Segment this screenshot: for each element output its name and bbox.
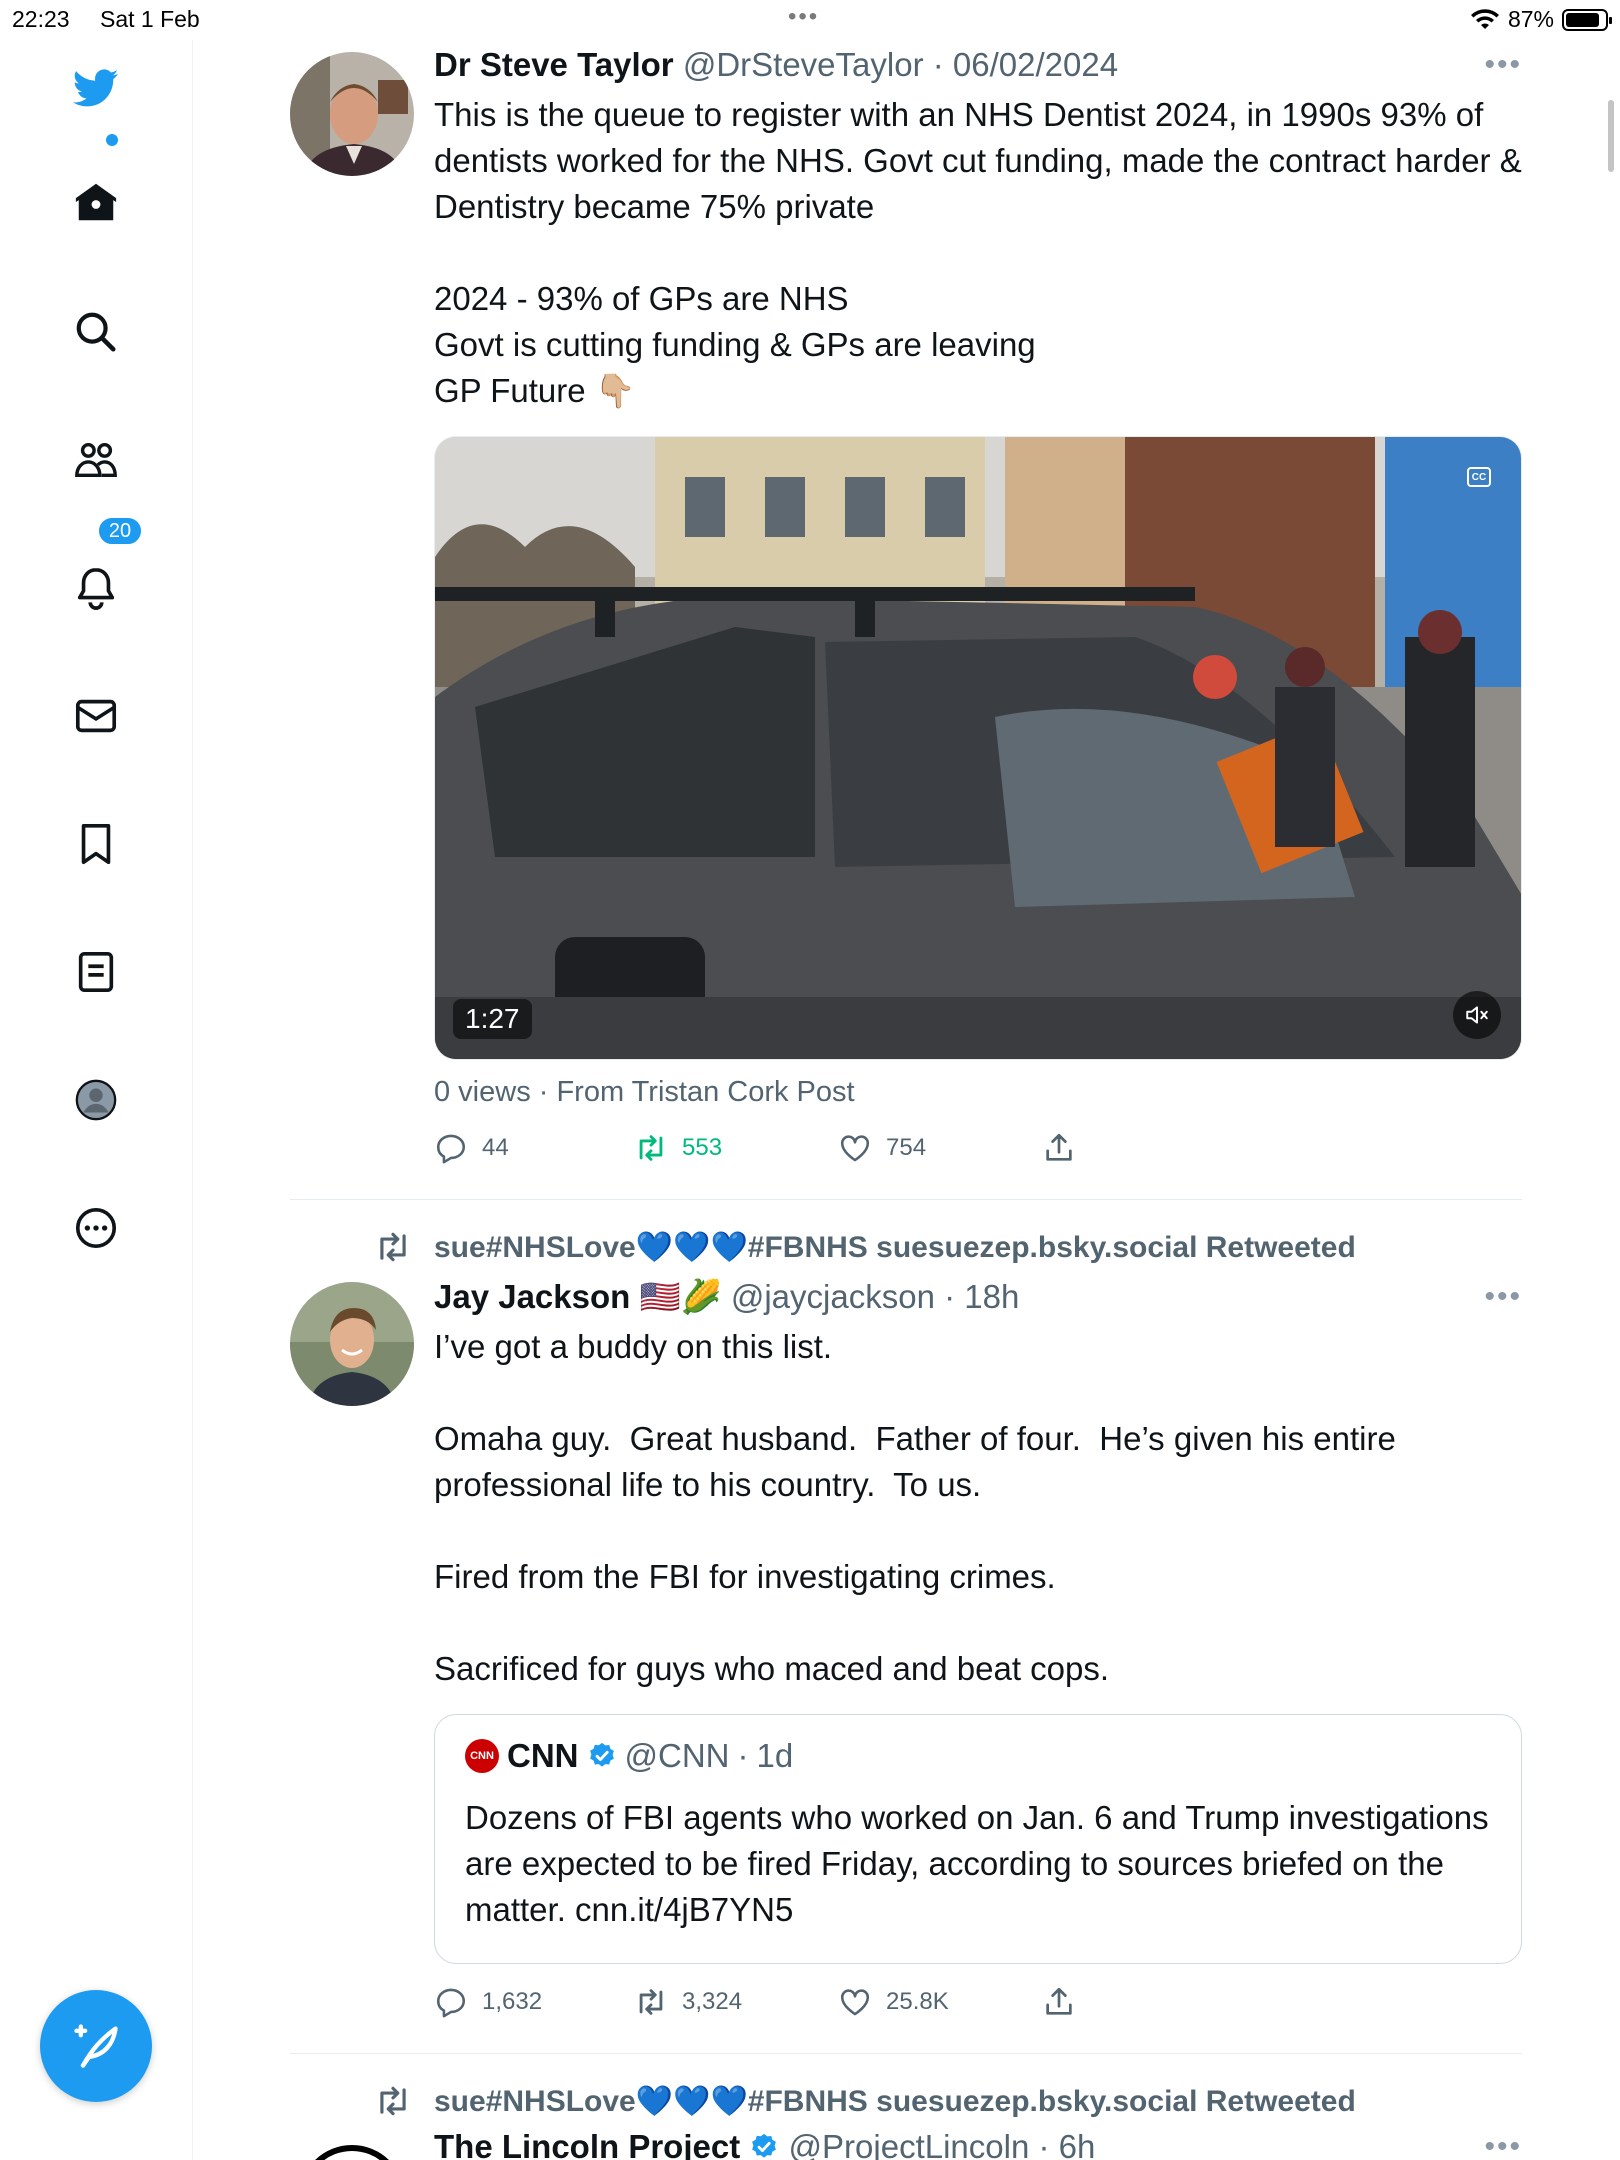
share-icon bbox=[1046, 1987, 1072, 2015]
verified-badge-icon bbox=[752, 2133, 777, 2158]
separator-dot: · bbox=[923, 46, 953, 83]
retweet-button[interactable]: 3,324 bbox=[634, 1985, 838, 2019]
more-icon[interactable]: ••• bbox=[1484, 48, 1522, 82]
scrollbar[interactable] bbox=[1608, 100, 1614, 172]
divider bbox=[290, 2053, 1522, 2054]
retweeted-icon bbox=[374, 2082, 412, 2125]
battery-percent: 87% bbox=[1507, 6, 1554, 32]
author-name[interactable]: The Lincoln Project bbox=[434, 2128, 740, 2160]
bookmarks-icon[interactable] bbox=[70, 818, 122, 870]
cnn-logo-icon: CNN bbox=[465, 1739, 499, 1773]
tweet-text: I’ve got a buddy on this list. Omaha guy… bbox=[434, 1328, 1396, 1687]
quoted-tweet[interactable]: CNN CNN @CNN · 1d Dozens of FBI agents who… bbox=[434, 1714, 1522, 1964]
status-right: 87% bbox=[1470, 6, 1612, 33]
reply-count: 44 bbox=[482, 1134, 509, 1161]
speaker-muted-icon bbox=[1466, 1006, 1488, 1024]
tweet-actions: 1,632 3,324 25.8K bbox=[434, 1985, 1076, 2019]
reply-icon bbox=[436, 1988, 466, 2018]
multitasking-dots-icon[interactable]: ••• bbox=[788, 3, 819, 31]
quoted-author-handle: @CNN bbox=[624, 1737, 730, 1774]
separator-dot: · bbox=[934, 1278, 965, 1315]
compose-tweet-button[interactable] bbox=[40, 1990, 152, 2102]
home-icon[interactable] bbox=[70, 176, 122, 228]
reply-icon bbox=[436, 1134, 466, 1164]
video-views-attribution[interactable]: 0 views · From Tristan Cork Post bbox=[434, 1076, 855, 1109]
heart-icon bbox=[840, 1135, 870, 1162]
share-button[interactable] bbox=[1042, 1131, 1076, 1165]
wifi-icon bbox=[1470, 8, 1499, 29]
messages-envelope-icon[interactable] bbox=[70, 690, 122, 742]
heart-icon bbox=[840, 1989, 870, 2016]
quoted-tweet-time: 1d bbox=[756, 1737, 794, 1774]
reply-button[interactable]: 44 bbox=[434, 1131, 634, 1165]
retweet-count: 553 bbox=[682, 1134, 723, 1161]
retweeted-by[interactable]: sue#NHSLove💙💙💙#FBNHS suesuezep.bsky.soci… bbox=[434, 1230, 1356, 1265]
quoted-tweet-header: CNN CNN @CNN · 1d bbox=[465, 1737, 1491, 1775]
tweet-text: This is the queue to register with an NH… bbox=[434, 96, 1522, 409]
video-player[interactable]: CC 1:27 bbox=[434, 436, 1522, 1060]
separator-dot: · bbox=[737, 1737, 749, 1774]
captions-icon[interactable]: CC bbox=[1467, 467, 1491, 487]
tweet[interactable]: Dr Steve Taylor @DrSteveTaylor · 06/02/2… bbox=[290, 46, 1522, 84]
home-unread-dot bbox=[106, 134, 118, 146]
twitter-logo-icon[interactable] bbox=[70, 62, 122, 114]
retweet-button[interactable]: 553 bbox=[634, 1131, 838, 1165]
communities-icon[interactable] bbox=[70, 434, 122, 486]
tweet-header: Dr Steve Taylor @DrSteveTaylor · 06/02/2… bbox=[434, 46, 1522, 84]
verified-badge-icon bbox=[589, 1742, 614, 1767]
battery-icon bbox=[1562, 8, 1612, 31]
reply-button[interactable]: 1,632 bbox=[434, 1985, 634, 2019]
quoted-tweet-text: Dozens of FBI agents who worked on Jan. … bbox=[465, 1799, 1489, 1928]
lists-icon[interactable] bbox=[70, 946, 122, 998]
reply-count: 1,632 bbox=[482, 1988, 543, 2015]
notifications-bell-icon[interactable] bbox=[70, 562, 122, 614]
like-button[interactable]: 25.8K bbox=[838, 1985, 1042, 2019]
separator-dot: · bbox=[1029, 2128, 1059, 2160]
retweet-icon bbox=[639, 1135, 663, 1161]
retweeted-icon bbox=[374, 1228, 412, 1271]
more-icon[interactable]: ••• bbox=[1484, 1280, 1522, 1314]
retweet-icon bbox=[639, 1989, 663, 2015]
mute-button[interactable] bbox=[1453, 991, 1501, 1039]
tweet-time[interactable]: 06/02/2024 bbox=[953, 46, 1118, 83]
author-name[interactable]: Jay Jackson bbox=[434, 1278, 630, 1315]
profile-avatar-icon[interactable] bbox=[70, 1074, 122, 1126]
author-name[interactable]: Dr Steve Taylor bbox=[434, 46, 674, 83]
tweet-actions: 44 553 754 bbox=[434, 1131, 1076, 1165]
video-thumbnail bbox=[435, 437, 1521, 1059]
quoted-author-name: CNN bbox=[507, 1737, 579, 1774]
retweet-count: 3,324 bbox=[682, 1988, 743, 2015]
name-emoji: 🇺🇸🌽 bbox=[639, 1278, 722, 1315]
share-icon bbox=[1046, 1133, 1072, 1161]
compose-feather-icon bbox=[74, 2024, 118, 2068]
divider bbox=[290, 1199, 1522, 1200]
tweet[interactable]: The Lincoln Project @ProjectLincoln · 6h… bbox=[290, 2128, 1522, 2160]
status-time: 22:23 bbox=[12, 6, 70, 32]
like-button[interactable]: 754 bbox=[838, 1131, 1042, 1165]
tweet-time[interactable]: 6h bbox=[1059, 2128, 1096, 2160]
tweet-header: Jay Jackson 🇺🇸🌽 @jaycjackson · 18h bbox=[434, 1278, 1522, 1317]
retweeted-by[interactable]: sue#NHSLove💙💙💙#FBNHS suesuezep.bsky.soci… bbox=[434, 2084, 1356, 2119]
author-handle[interactable]: @DrSteveTaylor bbox=[683, 46, 924, 83]
tweet-header: The Lincoln Project @ProjectLincoln · 6h bbox=[434, 2128, 1522, 2160]
like-count: 25.8K bbox=[886, 1988, 949, 2015]
author-handle[interactable]: @ProjectLincoln bbox=[789, 2128, 1030, 2160]
like-count: 754 bbox=[886, 1134, 927, 1161]
share-button[interactable] bbox=[1042, 1985, 1076, 2019]
status-date: Sat 1 Feb bbox=[100, 6, 200, 32]
more-icon[interactable]: ••• bbox=[1484, 2130, 1522, 2160]
status-bar: 22:23 Sat 1 Feb ••• 87% bbox=[0, 0, 1620, 40]
search-icon[interactable] bbox=[70, 306, 122, 358]
video-duration: 1:27 bbox=[453, 999, 532, 1039]
tweet-time[interactable]: 18h bbox=[964, 1278, 1019, 1315]
author-handle[interactable]: @jaycjackson bbox=[731, 1278, 935, 1315]
tweet[interactable]: Jay Jackson 🇺🇸🌽 @jaycjackson · 18h ••• bbox=[290, 1278, 1522, 1317]
notifications-badge: 20 bbox=[97, 516, 143, 546]
more-options-circle-icon[interactable] bbox=[70, 1202, 122, 1254]
